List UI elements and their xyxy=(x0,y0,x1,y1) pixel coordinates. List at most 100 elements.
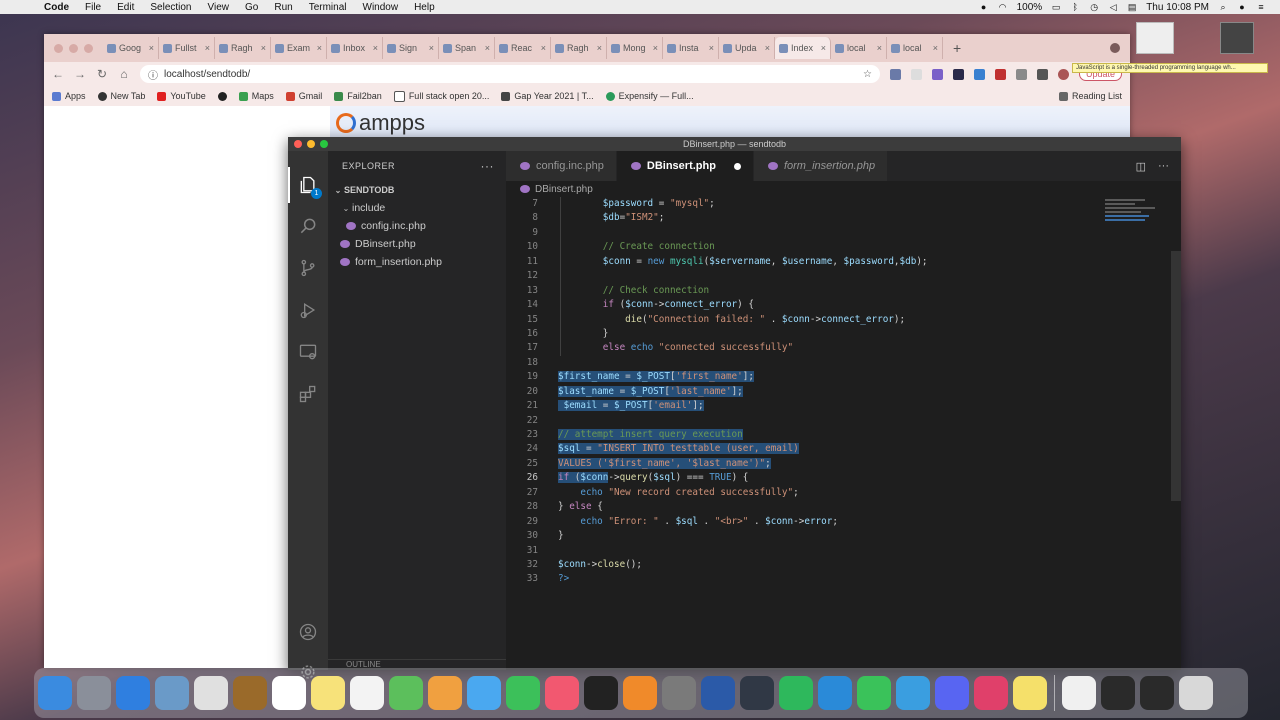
messages-icon[interactable] xyxy=(467,676,501,710)
chrome-menu-icon[interactable] xyxy=(1110,43,1120,53)
photos-icon[interactable] xyxy=(428,676,462,710)
menu-file[interactable]: File xyxy=(77,2,109,13)
close-tab-icon[interactable]: × xyxy=(541,43,546,53)
close-tab-icon[interactable]: × xyxy=(821,43,826,53)
run-debug-icon[interactable] xyxy=(296,298,320,322)
extension-icon[interactable] xyxy=(994,68,1006,80)
menu-selection[interactable]: Selection xyxy=(142,2,199,13)
bookmark-youtube[interactable]: YouTube xyxy=(157,91,206,101)
safari-icon[interactable] xyxy=(116,676,150,710)
code-line[interactable]: 30} xyxy=(506,529,1111,543)
close-tab-icon[interactable]: × xyxy=(877,43,882,53)
close-tab-icon[interactable]: × xyxy=(597,43,602,53)
facetime-icon[interactable] xyxy=(506,676,540,710)
home-icon[interactable]: ⌂ xyxy=(118,67,130,81)
wifi-icon[interactable]: ◠ xyxy=(998,2,1008,12)
chrome-tab[interactable]: Mong × xyxy=(607,37,663,59)
remote-explorer-icon[interactable] xyxy=(296,340,320,364)
extensions-icon[interactable] xyxy=(296,382,320,406)
reading-list[interactable]: Reading List xyxy=(1058,91,1122,101)
whatsapp-icon[interactable] xyxy=(857,676,891,710)
zoom-window-button[interactable] xyxy=(320,140,328,148)
bookmark-expensify[interactable]: Expensify — Full... xyxy=(605,91,694,101)
bookmark-gap-year[interactable]: Gap Year 2021 | T... xyxy=(501,91,594,101)
accounts-icon[interactable] xyxy=(296,620,320,644)
close-tab-icon[interactable]: × xyxy=(429,43,434,53)
chrome-tab[interactable]: Span × xyxy=(439,37,495,59)
telegram-icon[interactable] xyxy=(896,676,930,710)
avatar[interactable] xyxy=(1057,68,1069,80)
code-line[interactable]: 19 $first_name = $_POST['first_name']; xyxy=(506,370,1111,384)
code-line[interactable]: 16 } xyxy=(506,326,1111,342)
bookmark-github[interactable] xyxy=(217,91,227,101)
spotlight-icon[interactable]: ⌕ xyxy=(1218,2,1228,12)
discord-icon[interactable] xyxy=(935,676,969,710)
document-icon[interactable] xyxy=(1062,676,1096,710)
close-tab-icon[interactable]: × xyxy=(373,43,378,53)
more-actions-icon[interactable]: ··· xyxy=(481,159,495,173)
code-line[interactable]: 15 die("Connection failed: " . $conn->co… xyxy=(506,312,1111,327)
extension-icon[interactable] xyxy=(1015,68,1027,80)
code-line[interactable]: 20 $last_name = $_POST['last_name']; xyxy=(506,385,1111,399)
minimap[interactable] xyxy=(1105,197,1169,237)
close-tab-icon[interactable]: × xyxy=(149,43,154,53)
code-line[interactable]: 27 echo "New record created successfully… xyxy=(506,486,1111,500)
notes-folder-icon[interactable] xyxy=(233,676,267,710)
bookmark-gmail[interactable]: Gmail xyxy=(285,91,322,101)
reload-icon[interactable]: ↻ xyxy=(96,67,108,81)
vscode-window-icon[interactable] xyxy=(1140,676,1174,710)
desktop-file[interactable] xyxy=(1136,22,1174,54)
chrome-tab[interactable]: Goog × xyxy=(103,37,159,59)
chrome-tab[interactable]: Sign × xyxy=(383,37,439,59)
tree-item-dbinsert-php[interactable]: DBinsert.php xyxy=(328,235,506,253)
chrome-tab[interactable]: Insta × xyxy=(663,37,719,59)
preview-icon[interactable] xyxy=(155,676,189,710)
breadcrumb-file[interactable]: DBinsert.php xyxy=(535,184,593,195)
tab-dbinsert-php[interactable]: DBinsert.php xyxy=(616,151,754,181)
menu-go[interactable]: Go xyxy=(237,2,266,13)
time-machine-icon[interactable]: ◷ xyxy=(1089,2,1099,12)
code-line[interactable]: 23 // attempt insert query execution xyxy=(506,428,1111,442)
flag-icon[interactable]: ▤ xyxy=(1127,2,1137,12)
control-center-icon[interactable]: ≡ xyxy=(1256,2,1266,12)
word-icon[interactable] xyxy=(701,676,735,710)
forward-icon[interactable]: → xyxy=(74,67,86,81)
chrome-tab[interactable]: local × xyxy=(887,37,943,59)
calendar-icon[interactable] xyxy=(272,676,306,710)
code-line[interactable]: 25 VALUES ('$first_name', '$last_name')"; xyxy=(506,457,1111,471)
vscode-icon[interactable] xyxy=(818,676,852,710)
unsaved-dot-icon[interactable] xyxy=(733,162,741,170)
puzzle-icon[interactable] xyxy=(1036,68,1048,80)
bluetooth-icon[interactable]: ᛒ xyxy=(1070,2,1080,12)
chrome-tab[interactable]: Upda × xyxy=(719,37,775,59)
chrome-tab[interactable]: Exam × xyxy=(271,37,327,59)
extension-icon[interactable] xyxy=(952,68,964,80)
more-actions-icon[interactable]: ··· xyxy=(1158,160,1169,172)
close-tab-icon[interactable]: × xyxy=(485,43,490,53)
launchpad-icon[interactable] xyxy=(77,676,111,710)
intellij-icon[interactable] xyxy=(974,676,1008,710)
close-tab-icon[interactable]: × xyxy=(261,43,266,53)
zoom-window-button[interactable] xyxy=(84,43,93,53)
code-line[interactable]: 7 $password = "mysql"; xyxy=(506,197,1111,212)
new-tab-icon[interactable]: + xyxy=(953,40,961,56)
tab-form-insertion-php[interactable]: form_insertion.php xyxy=(753,151,889,181)
menu-edit[interactable]: Edit xyxy=(109,2,142,13)
bookmark-fullstack[interactable]: Full stack open 20... xyxy=(393,90,489,102)
minimize-window-button[interactable] xyxy=(307,140,315,148)
system-preferences-icon[interactable] xyxy=(662,676,696,710)
code-line[interactable]: 8 $db="ISM2"; xyxy=(506,211,1111,226)
menu-run[interactable]: Run xyxy=(266,2,300,13)
finder-icon[interactable] xyxy=(38,676,72,710)
extension-icon[interactable] xyxy=(973,68,985,80)
volume-icon[interactable]: ◁ xyxy=(1108,2,1118,12)
battery-icon[interactable]: ▭ xyxy=(1051,2,1061,12)
code-line[interactable]: 21 $email = $_POST['email']; xyxy=(506,399,1111,413)
menu-view[interactable]: View xyxy=(200,2,238,13)
tab-config-inc-php[interactable]: config.inc.php xyxy=(506,151,617,181)
code-line[interactable]: 28} else { xyxy=(506,500,1111,514)
code-line[interactable]: 29 echo "Error: " . $sql . "<br>" . $con… xyxy=(506,515,1111,529)
menu-code[interactable]: Code xyxy=(36,2,77,13)
bookmark-fail2ban[interactable]: Fail2ban xyxy=(334,91,382,101)
extension-icon[interactable] xyxy=(910,68,922,80)
